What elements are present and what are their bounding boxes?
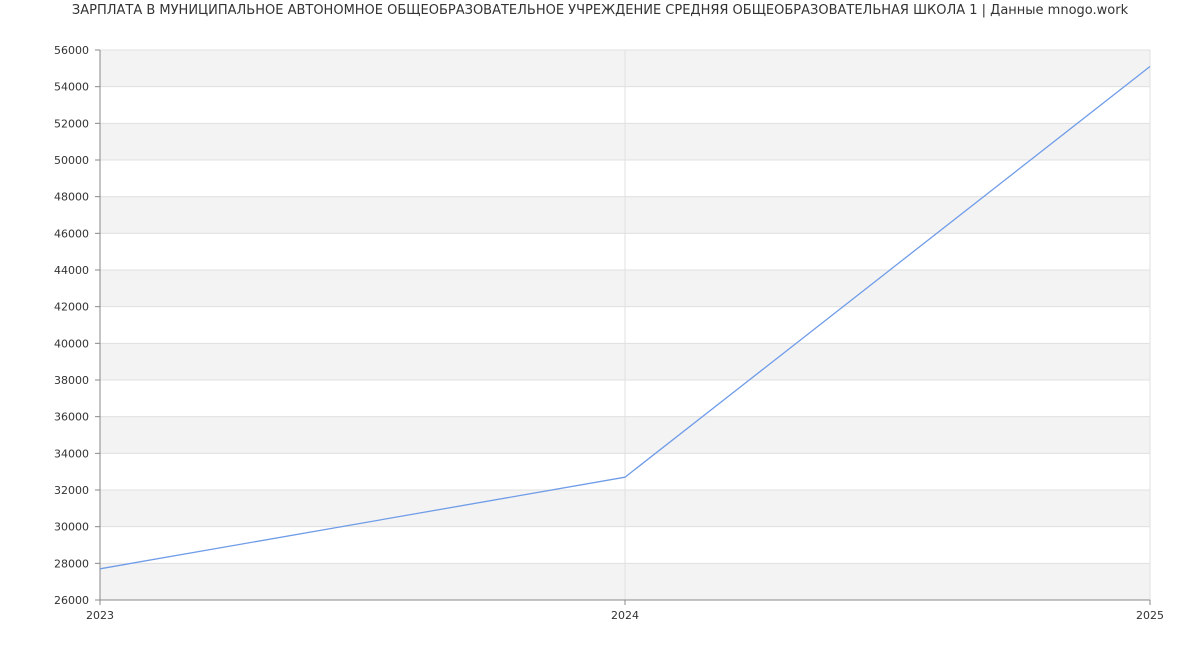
x-axis-ticks: 2023 2024 2025 xyxy=(86,600,1164,622)
y-tick-label: 40000 xyxy=(54,337,89,350)
y-tick-label: 56000 xyxy=(54,44,89,57)
y-tick-label: 26000 xyxy=(54,594,89,607)
y-tick-label: 30000 xyxy=(54,521,89,534)
y-tick-label: 38000 xyxy=(54,374,89,387)
y-tick-label: 52000 xyxy=(54,117,89,130)
y-tick-label: 34000 xyxy=(54,447,89,460)
x-tick-label: 2025 xyxy=(1136,609,1164,622)
y-axis-ticks: 26000 28000 30000 32000 34000 36000 38000 40000… xyxy=(54,44,100,607)
y-tick-label: 42000 xyxy=(54,301,89,314)
y-tick-label: 50000 xyxy=(54,154,89,167)
y-tick-label: 44000 xyxy=(54,264,89,277)
line-chart: 26000 28000 30000 32000 34000 36000 38000 40000… xyxy=(54,44,1164,622)
y-tick-label: 28000 xyxy=(54,557,89,570)
y-tick-label: 32000 xyxy=(54,484,89,497)
y-tick-label: 54000 xyxy=(54,81,89,94)
y-tick-label: 36000 xyxy=(54,411,89,424)
x-tick-label: 2023 xyxy=(86,609,114,622)
y-tick-label: 48000 xyxy=(54,191,89,204)
x-tick-label: 2024 xyxy=(611,609,639,622)
y-tick-label: 46000 xyxy=(54,227,89,240)
